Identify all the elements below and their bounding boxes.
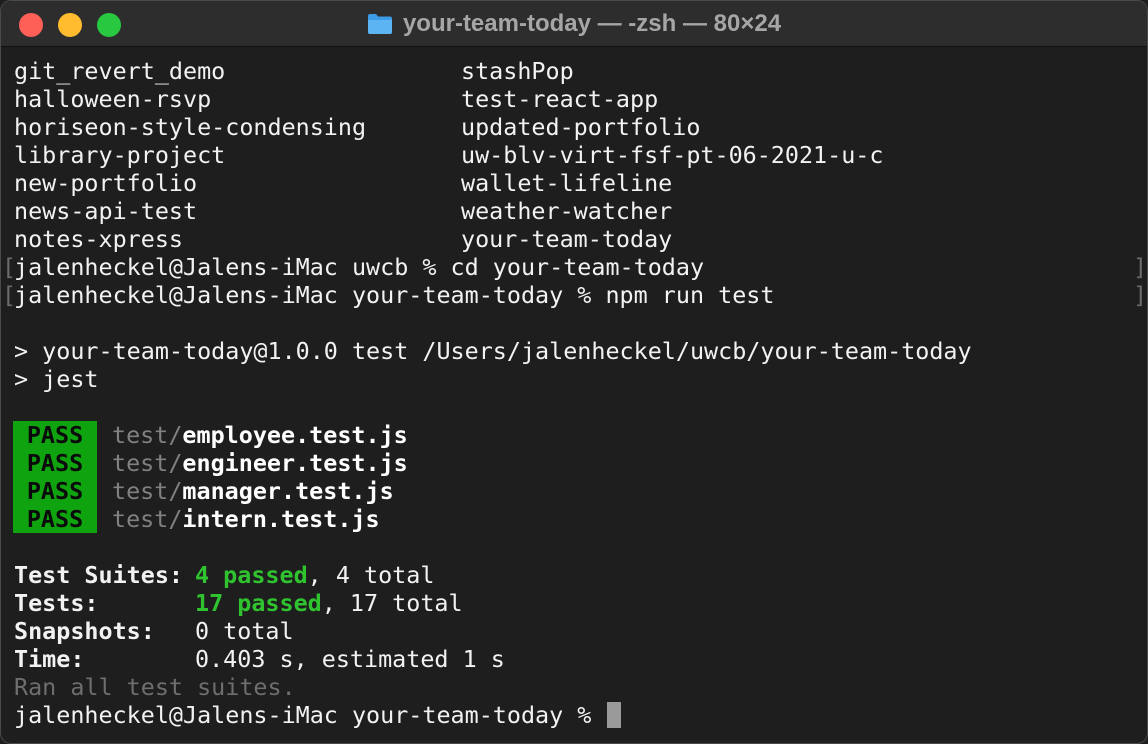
listing-item: test-react-app [461, 85, 659, 113]
listing-item: git_revert_demo [14, 57, 226, 85]
npm-script-line: > jest [14, 365, 99, 393]
listing-item: weather-watcher [461, 197, 673, 225]
test-file-name: manager.test.js [182, 477, 394, 505]
command-line: jalenheckel@Jalens-iMac uwcb % cd your-t… [14, 253, 705, 281]
pass-badge: PASS [13, 421, 97, 449]
prompt: jalenheckel@Jalens-iMac your-team-today … [14, 701, 606, 729]
test-file-path: test/intern.test.js [112, 505, 380, 533]
tests-passed: 17 passed [195, 589, 322, 617]
suites-total: , 4 total [307, 561, 435, 589]
tests-total: , 17 total [321, 589, 463, 617]
mark-bracket-right: ] [1133, 281, 1148, 309]
listing-item: new-portfolio [14, 169, 198, 197]
tests-value: 17 passed, 17 total [195, 589, 463, 617]
npm-script-line: > your-team-today@1.0.0 test /Users/jale… [14, 337, 972, 365]
listing-item: wallet-lifeline [461, 169, 673, 197]
test-dir: test/ [112, 477, 183, 505]
command-line: jalenheckel@Jalens-iMac your-team-today … [14, 281, 775, 309]
mark-bracket-right: ] [1133, 253, 1148, 281]
test-file-path: test/employee.test.js [112, 421, 408, 449]
prompt-line[interactable]: jalenheckel@Jalens-iMac your-team-today … [14, 701, 622, 729]
listing-item: your-team-today [461, 225, 673, 253]
tests-label: Tests: [14, 589, 99, 617]
ran-all-message: Ran all test suites. [14, 673, 296, 701]
listing-item: notes-xpress [14, 225, 183, 253]
listing-item: news-api-test [14, 197, 198, 225]
listing-item: updated-portfolio [461, 113, 701, 141]
listing-item: uw-blv-virt-fsf-pt-06-2021-u-c [461, 141, 884, 169]
test-dir: test/ [112, 449, 183, 477]
test-dir: test/ [112, 505, 183, 533]
test-file-name: intern.test.js [182, 505, 380, 533]
listing-item: stashPop [461, 57, 574, 85]
time-label: Time: [14, 645, 85, 673]
pass-badge: PASS [13, 477, 97, 505]
title-bar[interactable]: your-team-today — -zsh — 80×24 [1, 1, 1147, 47]
snapshots-label: Snapshots: [14, 617, 155, 645]
test-file-path: test/engineer.test.js [112, 449, 408, 477]
terminal-window: your-team-today — -zsh — 80×24 git_rever… [0, 0, 1148, 744]
suites-value: 4 passed, 4 total [195, 561, 434, 589]
test-file-path: test/manager.test.js [112, 477, 394, 505]
test-file-name: engineer.test.js [182, 449, 408, 477]
folder-icon [367, 13, 393, 35]
test-file-name: employee.test.js [182, 421, 408, 449]
listing-item: horiseon-style-condensing [14, 113, 367, 141]
pass-badge: PASS [13, 449, 97, 477]
pass-badge: PASS [13, 505, 97, 533]
window-title: your-team-today — -zsh — 80×24 [402, 10, 782, 37]
window-title-container: your-team-today — -zsh — 80×24 [1, 1, 1147, 47]
text-cursor [607, 701, 622, 728]
listing-item: halloween-rsvp [14, 85, 212, 113]
time-value: 0.403 s, estimated 1 s [195, 645, 505, 673]
listing-item: library-project [14, 141, 226, 169]
suites-label: Test Suites: [14, 561, 183, 589]
test-dir: test/ [112, 421, 183, 449]
snapshots-value: 0 total [195, 617, 294, 645]
suites-passed: 4 passed [195, 561, 308, 589]
